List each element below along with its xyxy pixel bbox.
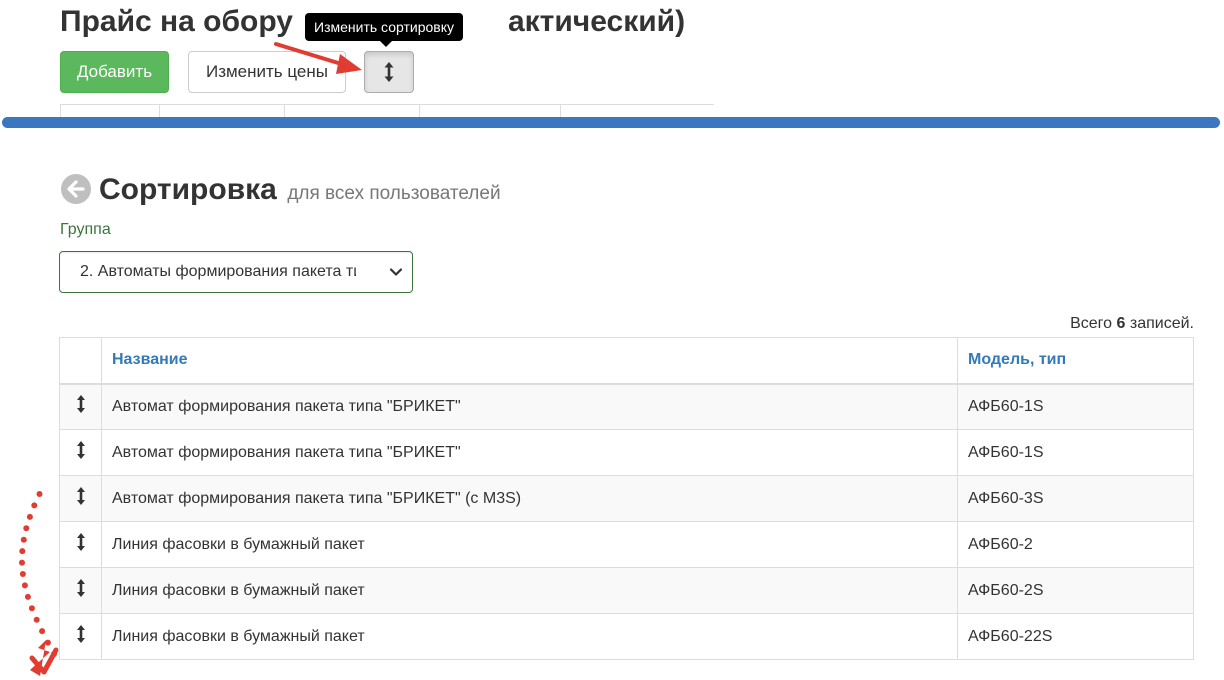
row-model: АФБ60-2 — [957, 521, 1194, 568]
row-model: АФБ60-1S — [957, 383, 1194, 430]
row-handle-cell[interactable] — [59, 383, 102, 430]
row-model: АФБ60-3S — [957, 475, 1194, 522]
sort-tooltip: Изменить сортировку — [305, 13, 463, 47]
cropped-price-table — [60, 104, 714, 119]
row-model: АФБ60-1S — [957, 429, 1194, 476]
group-select-value: 2. Автоматы формирования пакета типа "БР… — [80, 263, 356, 280]
records-count: Всего 6 записей. — [1070, 315, 1194, 332]
row-name: Линия фасовки в бумажный пакет — [101, 521, 958, 568]
row-handle-cell[interactable] — [59, 429, 102, 476]
group-select[interactable]: 2. Автоматы формирования пакета типа "БР… — [59, 251, 413, 293]
records-count-number: 6 — [1116, 315, 1126, 332]
add-button[interactable]: Добавить — [60, 51, 169, 93]
group-label: Группа — [60, 221, 111, 238]
row-name: Автомат формирования пакета типа "БРИКЕТ… — [101, 383, 958, 430]
handle-column-header — [59, 337, 102, 385]
section-heading: Сортировка для всех пользователей — [99, 170, 501, 215]
column-header-name[interactable]: Название — [101, 337, 958, 385]
section-subtitle: для всех пользователей — [287, 183, 501, 204]
row-name: Автомат формирования пакета типа "БРИКЕТ… — [101, 475, 958, 522]
table-row[interactable]: Линия фасовки в бумажный пакет АФБ60-22S — [59, 613, 1194, 660]
row-model: АФБ60-2S — [957, 567, 1194, 614]
back-arrow-icon[interactable] — [61, 174, 91, 204]
sort-vertical-arrows-icon — [384, 62, 394, 82]
annotation-arrow-icon — [274, 42, 362, 74]
row-name: Линия фасовки в бумажный пакет — [101, 567, 958, 614]
table-row[interactable]: Автомат формирования пакета типа "БРИКЕТ… — [59, 383, 1194, 430]
drag-handle-icon[interactable] — [76, 394, 86, 414]
table-row[interactable]: Автомат формирования пакета типа "БРИКЕТ… — [59, 475, 1194, 522]
table-row[interactable]: Линия фасовки в бумажный пакет АФБ60-2S — [59, 567, 1194, 614]
chevron-down-icon — [389, 268, 403, 276]
column-header-model[interactable]: Модель, тип — [957, 337, 1194, 385]
annotation-dotted-arrow-icon — [19, 491, 59, 676]
screenshot-divider — [2, 117, 1220, 128]
row-model: АФБ60-22S — [957, 613, 1194, 660]
table-header-row: Название Модель, тип — [59, 337, 1194, 385]
sort-table: Название Модель, тип Автомат формировани… — [59, 337, 1194, 660]
row-name: Автомат формирования пакета типа "БРИКЕТ… — [101, 429, 958, 476]
drag-handle-icon[interactable] — [76, 440, 86, 460]
section-title: Сортировка — [99, 173, 277, 206]
table-row[interactable]: Автомат формирования пакета типа "БРИКЕТ… — [59, 429, 1194, 476]
row-name: Линия фасовки в бумажный пакет — [101, 613, 958, 660]
sort-button[interactable] — [364, 51, 414, 93]
table-row[interactable]: Линия фасовки в бумажный пакет АФБ60-2 — [59, 521, 1194, 568]
